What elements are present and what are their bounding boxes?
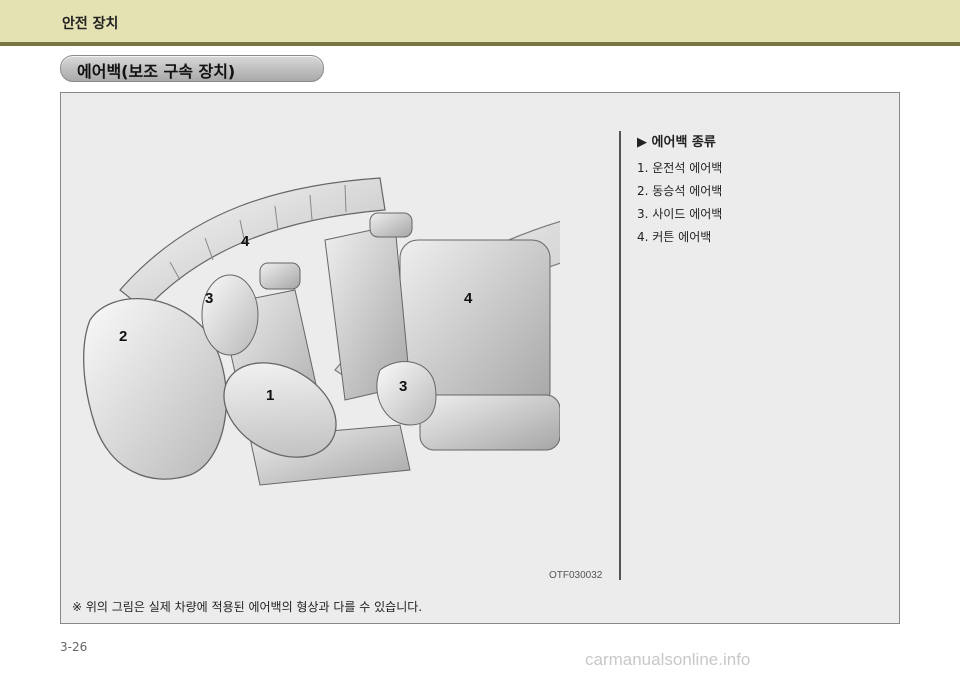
list-item: 4. 커튼 에어백: [637, 230, 712, 244]
section-title-pill: 에어백(보조 구속 장치): [60, 55, 324, 82]
callout-passenger-airbag: 2: [119, 328, 128, 345]
car-interior-airbags-image: [83, 177, 571, 486]
callout-side-airbag-left: 3: [205, 290, 214, 307]
watermark: carmanualsonline.info: [585, 650, 751, 669]
chapter-title: 안전 장치: [62, 16, 119, 32]
callout-curtain-airbag-left: 4: [241, 233, 250, 250]
airbag-illustration: 4 3 2 1 3 4: [80, 170, 571, 510]
callout-side-airbag-right: 3: [399, 378, 408, 395]
image-code: OTF030032: [549, 570, 603, 581]
airbag-types-heading: ▶ 에어백 종류: [637, 131, 716, 150]
triangle-bullet-icon: ▶: [637, 135, 652, 150]
callout-driver-airbag: 1: [266, 387, 275, 404]
section-title: 에어백(보조 구속 장치): [77, 62, 236, 81]
figure-footnote: ※ 위의 그림은 실제 차량에 적용된 에어백의 형상과 다를 수 있습니다.: [72, 600, 423, 614]
header-band: [0, 0, 960, 42]
header-divider: [0, 42, 960, 46]
airbag-types-heading-text: 에어백 종류: [651, 135, 716, 150]
callout-curtain-airbag-right: 4: [464, 290, 473, 307]
list-item: 1. 운전석 에어백: [637, 161, 723, 175]
list-item: 3. 사이드 에어백: [637, 207, 723, 221]
airbag-types-list: 1. 운전석 에어백 2. 동승석 에어백 3. 사이드 에어백 4. 커튼 에…: [637, 157, 722, 249]
list-item: 2. 동승석 에어백: [637, 184, 723, 198]
vertical-divider: [619, 131, 621, 580]
page-number: 3-26: [60, 640, 88, 654]
